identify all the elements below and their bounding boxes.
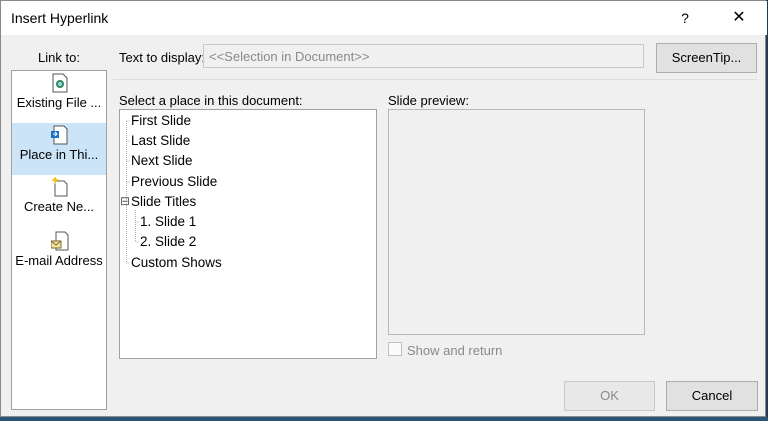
create-new-document-icon [51,176,69,197]
tree-item[interactable]: Last Slide [131,133,190,148]
screentip-button[interactable]: ScreenTip... [656,43,757,73]
link-place-in-document[interactable]: Place in Thi... [12,123,106,175]
link-to-label: Link to: [38,50,80,65]
show-and-return-label: Show and return [407,343,503,358]
link-to-bar: Existing File ... Place in Thi... Create… [11,70,107,410]
background-strip [0,417,768,421]
cancel-button[interactable]: Cancel [666,381,758,411]
tree-item[interactable]: Slide Titles [131,194,196,209]
email-address-icon [50,231,69,251]
existing-file-icon [51,73,69,93]
tree-item[interactable]: Previous Slide [131,174,217,189]
insert-hyperlink-dialog: Insert Hyperlink ? ✕ Link to: Existing F… [0,0,767,417]
dialog-title: Insert Hyperlink [11,10,109,26]
ok-button[interactable]: OK [564,381,655,411]
tree-item[interactable]: 1. Slide 1 [140,214,196,229]
text-to-display-label: Text to display: [119,50,205,65]
link-email-address-label: E-mail Address [15,253,103,268]
help-button[interactable]: ? [673,5,697,31]
place-in-document-icon [51,125,69,145]
tree-item[interactable]: First Slide [131,113,191,128]
link-place-in-document-label: Place in Thi... [19,147,99,162]
tree-item[interactable]: 2. Slide 2 [140,234,196,249]
place-in-document-label: Select a place in this document: [119,93,303,108]
title-bar: Insert Hyperlink ? ✕ [1,1,767,35]
header-divider [113,79,757,80]
slide-preview-area [388,109,645,335]
link-email-address[interactable]: E-mail Address [12,229,106,281]
close-button[interactable]: ✕ [723,5,755,31]
place-tree[interactable]: First Slide Last Slide Next Slide Previo… [119,109,377,359]
link-existing-file[interactable]: Existing File ... [12,71,106,123]
link-create-new[interactable]: Create Ne... [12,175,106,227]
link-existing-file-label: Existing File ... [16,95,102,110]
text-to-display-input[interactable]: <<Selection in Document>> [203,44,644,68]
tree-item[interactable]: Next Slide [131,153,193,168]
tree-item[interactable]: Custom Shows [131,255,222,270]
show-and-return-checkbox[interactable] [388,342,402,356]
collapse-icon[interactable]: ⊟ [120,194,130,208]
link-create-new-label: Create Ne... [23,199,95,214]
slide-preview-label: Slide preview: [388,93,469,108]
